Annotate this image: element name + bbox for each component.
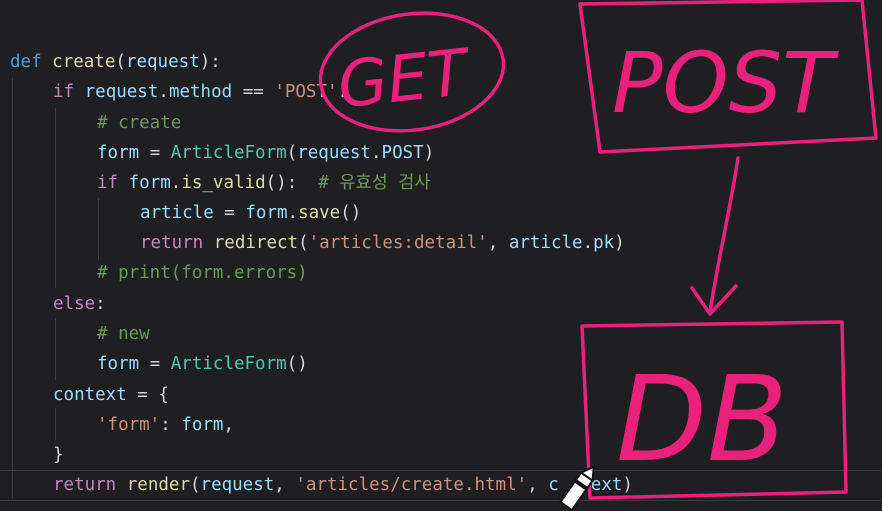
annotation-layer: GET POST DB [318, 0, 878, 511]
pen-cursor-icon [559, 465, 595, 511]
db-label: DB [616, 350, 788, 488]
get-label: GET [334, 36, 475, 124]
post-label: POST [612, 34, 839, 132]
